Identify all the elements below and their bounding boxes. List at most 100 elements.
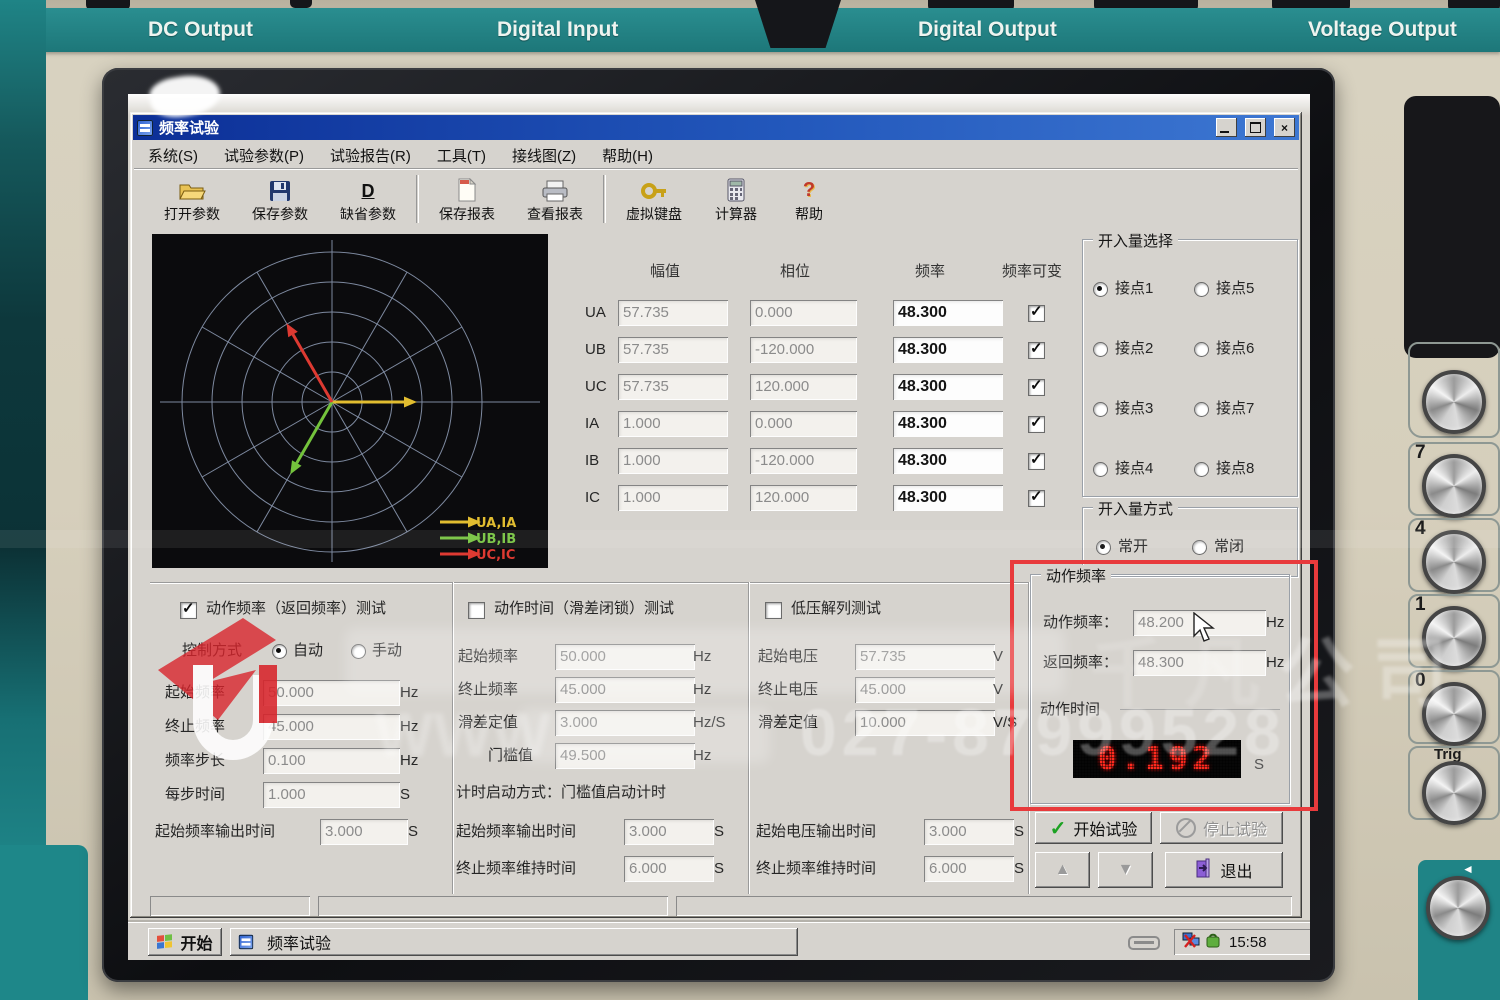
help-button[interactable]: ? 帮助 (774, 172, 844, 226)
radio-manual[interactable] (351, 644, 366, 659)
radio-auto[interactable] (272, 644, 287, 659)
radio-label[interactable]: 常开 (1118, 534, 1148, 560)
frequency-field[interactable]: 48.300 (893, 337, 1003, 363)
radio-contact-6[interactable] (1194, 342, 1209, 357)
frequency-field[interactable]: 48.300 (893, 374, 1003, 400)
start-frequency-field[interactable]: 50.000 (555, 644, 695, 670)
radio-contact-4[interactable] (1093, 462, 1108, 477)
phase-field[interactable]: 120.000 (750, 374, 857, 400)
scroll-up-button[interactable]: ▲ (1035, 852, 1090, 888)
keypad-key-1[interactable]: 1 (1408, 594, 1500, 670)
radio-normally-open[interactable] (1096, 540, 1111, 555)
phase-field[interactable]: 0.000 (750, 411, 857, 437)
threshold-field[interactable]: 49.500 (555, 743, 695, 769)
radio-contact-1[interactable] (1093, 282, 1108, 297)
frequency-field[interactable]: 48.300 (893, 448, 1003, 474)
radio-label[interactable]: 接点1 (1115, 276, 1153, 302)
knob[interactable] (1426, 876, 1490, 940)
action-time-test-checkbox[interactable] (468, 602, 485, 619)
radio-contact-7[interactable] (1194, 402, 1209, 417)
radio-label[interactable]: 接点3 (1115, 396, 1153, 422)
knob[interactable] (1422, 530, 1486, 594)
freq-variable-checkbox[interactable] (1028, 302, 1045, 322)
start-voltage-field[interactable]: 57.735 (855, 644, 995, 670)
network-icon[interactable] (1182, 932, 1200, 952)
save-params-button[interactable]: 保存参数 (236, 172, 324, 226)
knob[interactable] (1422, 454, 1486, 518)
phase-field[interactable]: -120.000 (750, 448, 857, 474)
radio-label[interactable]: 接点7 (1216, 396, 1254, 422)
taskbar-item-frequency-test[interactable]: 频率试验 (230, 928, 798, 956)
minimize-button[interactable] (1216, 118, 1237, 137)
end-frequency-field[interactable]: 45.000 (263, 714, 400, 740)
return-frequency-field[interactable]: 48.300 (1133, 650, 1266, 676)
radio-label[interactable]: 常闭 (1214, 534, 1244, 560)
freq-variable-checkbox[interactable] (1028, 376, 1045, 396)
exit-button[interactable]: 退出 (1165, 852, 1283, 888)
amplitude-field[interactable]: 1.000 (618, 448, 728, 474)
radio-label[interactable]: 接点2 (1115, 336, 1153, 362)
keyboard-icon[interactable] (1128, 933, 1162, 956)
radio-label[interactable]: 接点8 (1216, 456, 1254, 482)
amplitude-field[interactable]: 1.000 (618, 411, 728, 437)
radio-label[interactable]: 接点5 (1216, 276, 1254, 302)
scroll-down-button[interactable]: ▼ (1098, 852, 1153, 888)
phase-field[interactable]: -120.000 (750, 337, 857, 363)
keypad-key-4[interactable]: 4 (1408, 518, 1500, 594)
keypad-key-0[interactable]: 0 (1408, 670, 1500, 746)
radio-label[interactable]: 接点4 (1115, 456, 1153, 482)
action-frequency-test-checkbox[interactable] (180, 599, 197, 619)
calculator-button[interactable]: 计算器 (698, 172, 774, 226)
keypad-key-top[interactable] (1408, 342, 1500, 438)
freq-variable-checkbox[interactable] (1028, 487, 1045, 507)
radio-label[interactable]: 接点6 (1216, 336, 1254, 362)
radio-normally-closed[interactable] (1192, 540, 1207, 555)
maximize-button[interactable] (1245, 118, 1266, 137)
radio-label[interactable]: 自动 (293, 638, 323, 664)
menu-help[interactable]: 帮助(H) (590, 143, 665, 168)
start-voltage-output-time-field[interactable]: 3.000 (924, 819, 1014, 845)
menu-test-params[interactable]: 试验参数(P) (212, 143, 316, 168)
stop-test-button[interactable]: 停止试验 (1160, 812, 1283, 844)
amplitude-field[interactable]: 57.735 (618, 374, 728, 400)
slip-setting-field[interactable]: 3.000 (555, 710, 695, 736)
radio-contact-5[interactable] (1194, 282, 1209, 297)
amplitude-field[interactable]: 57.735 (618, 300, 728, 326)
radio-contact-3[interactable] (1093, 402, 1108, 417)
freq-variable-checkbox[interactable] (1028, 339, 1045, 359)
menu-system[interactable]: 系统(S) (136, 143, 210, 168)
knob[interactable] (1422, 370, 1486, 434)
freq-variable-checkbox[interactable] (1028, 450, 1045, 470)
start-test-button[interactable]: ✓ 开始试验 (1035, 812, 1152, 844)
freq-variable-checkbox[interactable] (1028, 413, 1045, 433)
open-params-button[interactable]: 打开参数 (148, 172, 236, 226)
action-frequency-field[interactable]: 48.200 (1133, 610, 1266, 636)
phase-field[interactable]: 0.000 (750, 300, 857, 326)
close-button[interactable]: × (1274, 118, 1295, 137)
amplitude-field[interactable]: 57.735 (618, 337, 728, 363)
view-report-button[interactable]: 查看报表 (511, 172, 599, 226)
start-menu-button[interactable]: 开始 (148, 928, 222, 956)
end-freq-hold-time-field[interactable]: 6.000 (624, 856, 714, 882)
radio-contact-8[interactable] (1194, 462, 1209, 477)
menu-tools[interactable]: 工具(T) (425, 143, 498, 168)
slip-setting-field[interactable]: 10.000 (855, 710, 995, 736)
frequency-field[interactable]: 48.300 (893, 485, 1003, 511)
keypad-key-trig[interactable]: Trig (1408, 746, 1500, 825)
low-voltage-test-checkbox[interactable] (765, 602, 782, 619)
virtual-keyboard-button[interactable]: 虚拟键盘 (610, 172, 698, 226)
tray-app-icon[interactable] (1206, 933, 1221, 952)
clock[interactable]: 15:58 (1229, 934, 1267, 951)
checkbox-label[interactable]: 动作频率（返回频率）测试 (206, 596, 386, 622)
checkbox-label[interactable]: 动作时间（滑差闭锁）测试 (494, 596, 674, 622)
radio-label[interactable]: 手动 (372, 638, 402, 664)
radio-contact-2[interactable] (1093, 342, 1108, 357)
checkbox-label[interactable]: 低压解列测试 (791, 596, 881, 622)
default-params-button[interactable]: D 缺省参数 (324, 172, 412, 226)
knob[interactable] (1422, 761, 1486, 825)
step-time-field[interactable]: 1.000 (263, 782, 400, 808)
frequency-field[interactable]: 48.300 (893, 300, 1003, 326)
end-voltage-field[interactable]: 45.000 (855, 677, 995, 703)
start-freq-output-time-field[interactable]: 3.000 (624, 819, 714, 845)
menu-test-report[interactable]: 试验报告(R) (318, 143, 423, 168)
